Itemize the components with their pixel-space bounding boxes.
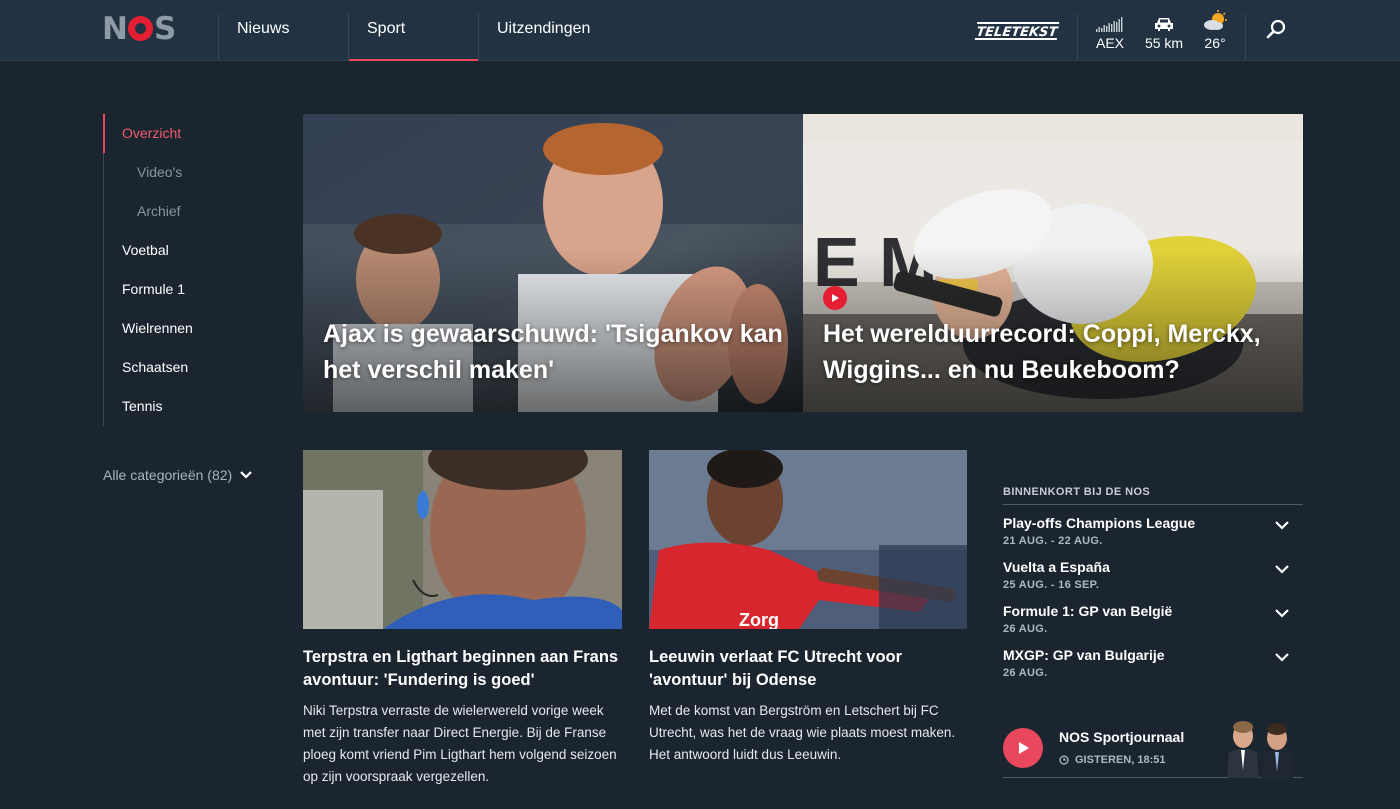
side-nav-line xyxy=(103,114,104,426)
all-categories-label: Alle categorieën (82) xyxy=(103,467,233,483)
article-card-terpstra[interactable]: Terpstra en Ligthart beginnen aan Frans … xyxy=(303,450,622,788)
weather-label: 26° xyxy=(1204,35,1226,51)
sportjournaal-title: NOS Sportjournaal xyxy=(1059,729,1185,745)
video-play-icon xyxy=(823,286,847,310)
sidenav-item-formule1[interactable]: Formule 1 xyxy=(122,270,185,309)
upcoming-item[interactable]: Vuelta a España 25 AUG. - 16 SEP. xyxy=(1003,549,1303,593)
chevron-down-icon[interactable] xyxy=(1275,521,1289,530)
search-icon[interactable] xyxy=(1266,18,1288,40)
sportjournaal-item[interactable]: NOS Sportjournaal GISTEREN, 18:51 xyxy=(1003,718,1303,778)
chevron-down-icon[interactable] xyxy=(1275,653,1289,662)
chart-icon xyxy=(1085,10,1135,32)
hero-article-ajax[interactable]: Ajax is gewaarschuwd: 'Tsigankov kan het… xyxy=(303,114,803,412)
hero-title: Ajax is gewaarschuwd: 'Tsigankov kan het… xyxy=(323,320,783,384)
article-title: Leeuwin verlaat FC Utrecht voor 'avontuu… xyxy=(649,648,903,689)
sportjournaal-time-label: GISTEREN, 18:51 xyxy=(1075,754,1166,766)
upcoming-title: MXGP: GP van Bulgarije xyxy=(1003,647,1165,663)
svg-text:Zorg: Zorg xyxy=(739,610,779,629)
upcoming-date: 26 AUG. xyxy=(1003,667,1048,679)
article-summary: Niki Terpstra verraste de wielerwereld v… xyxy=(303,703,617,784)
side-nav-selected-marker xyxy=(103,114,105,153)
presenters-image xyxy=(1227,721,1293,778)
play-icon[interactable] xyxy=(1003,728,1043,768)
upcoming-item[interactable]: MXGP: GP van Bulgarije 26 AUG. xyxy=(1003,637,1303,681)
weather-status[interactable]: 26° xyxy=(1190,10,1240,51)
hero-article-uurrecord[interactable]: E ME Het werelduurrecord: Coppi, Merckx,… xyxy=(803,114,1303,412)
car-icon xyxy=(1139,10,1189,32)
upcoming-header: BINNENKORT BIJ DE NOS xyxy=(1003,486,1303,505)
nav-item-sport[interactable]: Sport xyxy=(349,0,478,61)
upcoming-date: 25 AUG. - 16 SEP. xyxy=(1003,579,1100,591)
article-image: Zorg xyxy=(649,450,967,629)
sidenav-item-tennis[interactable]: Tennis xyxy=(122,387,162,426)
upcoming-date: 26 AUG. xyxy=(1003,623,1048,635)
sidenav-item-videos[interactable]: Video's xyxy=(137,153,182,192)
sportjournaal-time: GISTEREN, 18:51 xyxy=(1059,754,1165,766)
sidenav-item-archief[interactable]: Archief xyxy=(137,192,181,231)
nos-logo[interactable]: NS xyxy=(102,13,176,45)
sidenav-item-voetbal[interactable]: Voetbal xyxy=(122,231,169,270)
clock-icon xyxy=(1059,755,1069,765)
sidenav-item-schaatsen[interactable]: Schaatsen xyxy=(122,348,188,387)
upcoming-title: Play-offs Champions League xyxy=(1003,515,1196,531)
upcoming-title: Formule 1: GP van België xyxy=(1003,603,1173,619)
aex-status[interactable]: AEX xyxy=(1085,10,1135,51)
chevron-down-icon[interactable] xyxy=(1275,609,1289,618)
upcoming-item[interactable]: Formule 1: GP van België 26 AUG. xyxy=(1003,593,1303,637)
all-categories-toggle[interactable]: Alle categorieën (82) xyxy=(103,467,252,483)
article-summary: Met de komst van Bergström en Letschert … xyxy=(649,703,956,762)
article-image xyxy=(303,450,622,629)
article-title: Terpstra en Ligthart beginnen aan Frans … xyxy=(303,648,619,689)
chevron-down-icon[interactable] xyxy=(1275,565,1289,574)
sidenav-item-overzicht[interactable]: Overzicht xyxy=(122,114,181,153)
nav-divider xyxy=(1077,14,1078,61)
upcoming-item[interactable]: Play-offs Champions League 21 AUG. - 22 … xyxy=(1003,505,1303,549)
article-card-leeuwin[interactable]: Zorg Leeuwin verlaat FC Utrecht voor 'av… xyxy=(649,450,967,766)
nav-item-nieuws[interactable]: Nieuws xyxy=(219,0,348,61)
traffic-status[interactable]: 55 km xyxy=(1139,10,1189,51)
upcoming-title: Vuelta a España xyxy=(1003,559,1110,575)
aex-label: AEX xyxy=(1095,35,1124,51)
hero-title: Het werelduurrecord: Coppi, Merckx, Wigg… xyxy=(823,320,1261,384)
traffic-label: 55 km xyxy=(1144,35,1184,51)
top-bar: NS Nieuws Sport Uitzendingen TELETEKST A… xyxy=(0,0,1400,61)
nav-item-uitzendingen[interactable]: Uitzendingen xyxy=(479,0,619,61)
nav-divider xyxy=(1245,14,1246,61)
upcoming-date: 21 AUG. - 22 AUG. xyxy=(1003,535,1103,547)
chevron-down-icon xyxy=(240,471,252,479)
teletekst-link[interactable]: TELETEKST xyxy=(974,22,1060,40)
upcoming-panel: BINNENKORT BIJ DE NOS Play-offs Champion… xyxy=(1003,486,1303,681)
sidenav-item-wielrennen[interactable]: Wielrennen xyxy=(122,309,193,348)
weather-icon xyxy=(1190,10,1240,32)
